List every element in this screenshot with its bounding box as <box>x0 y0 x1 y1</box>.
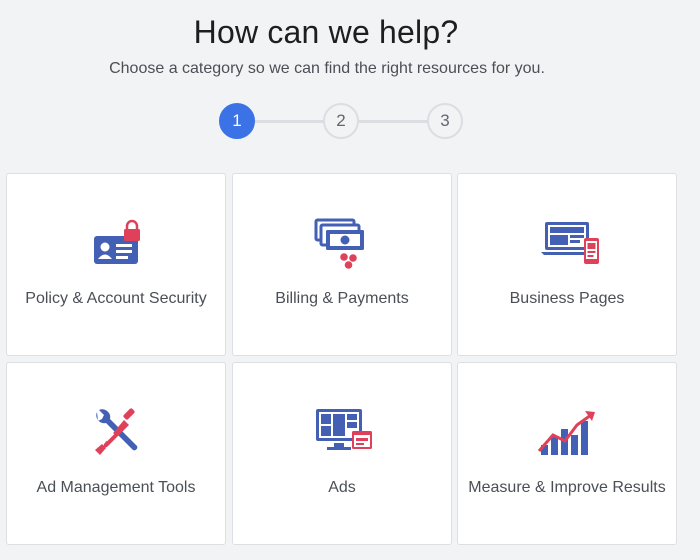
category-card-measure-improve-results[interactable]: Measure & Improve Results <box>457 362 677 545</box>
category-label: Ads <box>328 479 356 496</box>
step-connector <box>255 120 325 123</box>
wrench-screwdriver-icon <box>84 405 148 461</box>
category-card-billing-payments[interactable]: Billing & Payments <box>232 173 452 356</box>
step-1[interactable]: 1 <box>219 103 255 139</box>
billing-cards-icon <box>310 214 374 270</box>
page-title: How can we help? <box>193 14 459 50</box>
step-2[interactable]: 2 <box>323 103 359 139</box>
page-subtitle: Choose a category so we can find the rig… <box>109 60 545 77</box>
business-pages-devices-icon <box>535 216 599 272</box>
category-card-policy-account-security[interactable]: Policy & Account Security <box>6 173 226 356</box>
stepper: 1 2 3 <box>219 103 465 139</box>
category-label: Policy & Account Security <box>25 290 207 307</box>
id-card-lock-icon <box>84 218 148 274</box>
category-label: Billing & Payments <box>275 290 409 307</box>
category-label: Ad Management Tools <box>36 479 196 496</box>
category-card-ad-management-tools[interactable]: Ad Management Tools <box>6 362 226 545</box>
step-3[interactable]: 3 <box>427 103 463 139</box>
ads-monitor-icon <box>310 405 374 461</box>
step-connector <box>359 120 431 123</box>
category-label: Business Pages <box>509 290 625 307</box>
category-label: Measure & Improve Results <box>468 479 666 496</box>
category-card-ads[interactable]: Ads <box>232 362 452 545</box>
growth-chart-icon <box>535 405 599 461</box>
category-card-business-pages[interactable]: Business Pages <box>457 173 677 356</box>
